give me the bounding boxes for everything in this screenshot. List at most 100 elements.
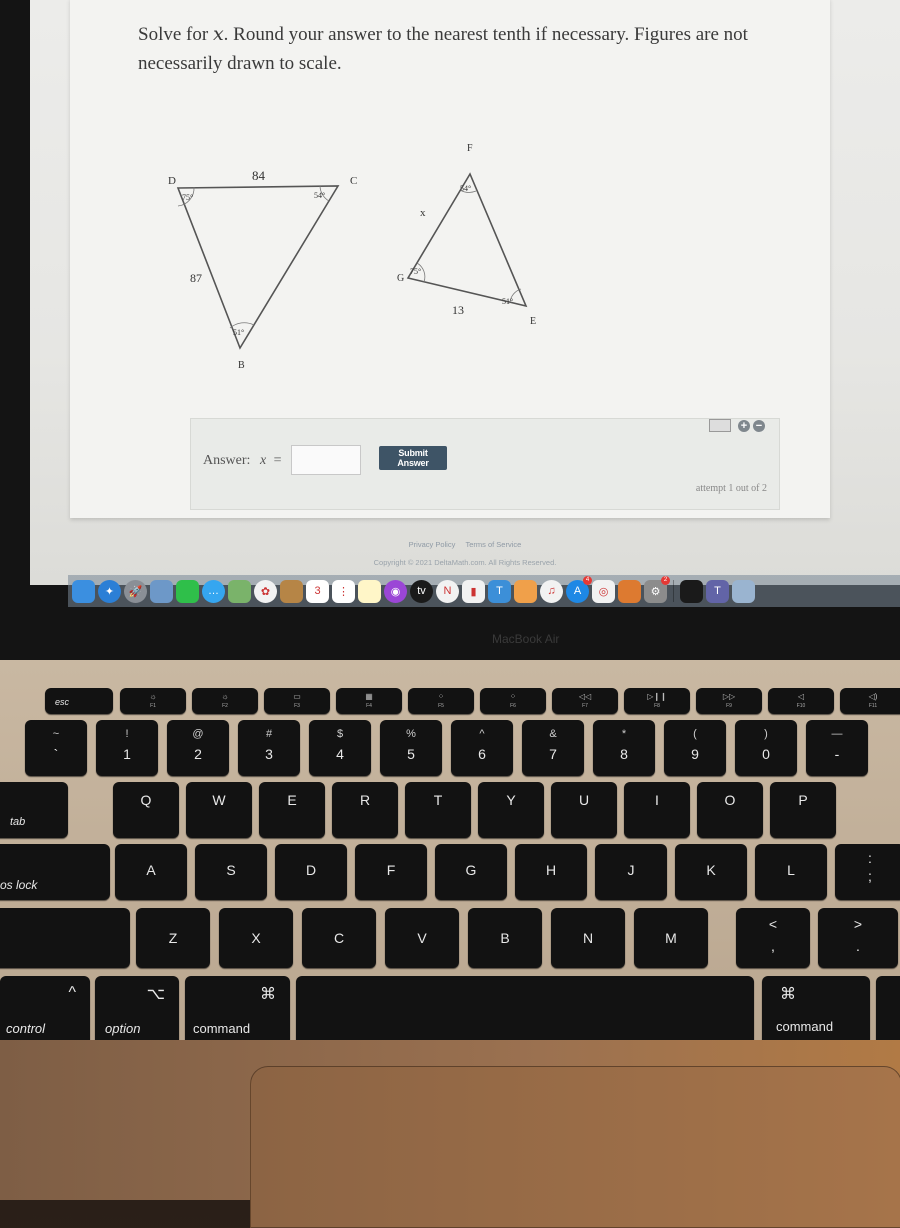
key-4[interactable]: $4 [309, 720, 371, 776]
key-b[interactable]: B [468, 908, 542, 968]
key-q[interactable]: Q [113, 782, 179, 838]
key-8[interactable]: * 8 [593, 720, 655, 776]
key-e[interactable]: E [259, 782, 325, 838]
dock-books-panel-icon[interactable] [618, 579, 641, 603]
key-f1[interactable]: ☼ F1 [120, 688, 186, 714]
dock-music-icon[interactable]: ♫ [540, 579, 563, 603]
key-label: ` [53, 746, 59, 762]
key-option-right[interactable] [876, 976, 900, 1048]
key-f[interactable]: F [355, 844, 427, 900]
key-z[interactable]: Z [136, 908, 210, 968]
key-s[interactable]: S [195, 844, 267, 900]
dock-webex-icon[interactable] [680, 579, 703, 603]
key-5[interactable]: % 5 [380, 720, 442, 776]
zoom-in-icon[interactable]: + [738, 419, 750, 432]
key-l[interactable]: L [755, 844, 827, 900]
key-d[interactable]: D [275, 844, 347, 900]
submit-answer-button[interactable]: Submit Answer [379, 446, 447, 470]
dock-podcasts-icon[interactable]: ◉ [384, 579, 407, 603]
key-x[interactable]: X [219, 908, 293, 968]
dock-photos-icon[interactable]: ✿ [254, 579, 277, 603]
key-n[interactable]: N [551, 908, 625, 968]
key-f5[interactable]: ⁘ F5 [408, 688, 474, 714]
dock-safari-icon[interactable]: ✦ [98, 579, 121, 603]
key-r[interactable]: R [332, 782, 398, 838]
dock-reminders-icon[interactable]: ⋮ [332, 579, 355, 603]
key-o[interactable]: O [697, 782, 763, 838]
keyboard-icon[interactable] [709, 419, 731, 432]
key-3[interactable]: #3 [238, 720, 300, 776]
dock-preview-icon[interactable] [150, 579, 173, 603]
key-f8[interactable]: ▷❙❙ F8 [624, 688, 690, 714]
key-`[interactable]: ~ ` [25, 720, 87, 776]
key-f4[interactable]: ▦ F4 [336, 688, 402, 714]
key-2[interactable]: @2 [167, 720, 229, 776]
key-control[interactable]: control ^ [0, 976, 90, 1048]
key-7[interactable]: & 7 [522, 720, 584, 776]
dock-photo-app-icon[interactable] [732, 579, 755, 603]
key-h[interactable]: H [515, 844, 587, 900]
key-f6[interactable]: ⁘ F6 [480, 688, 546, 714]
key-esc[interactable]: esc [45, 688, 113, 714]
dock-app-store-icon[interactable]: A4 [566, 575, 592, 603]
key-k[interactable]: K [675, 844, 747, 900]
key-m[interactable]: M [634, 908, 708, 968]
key-0[interactable]: ) 0 [735, 720, 797, 776]
key-j[interactable]: J [595, 844, 667, 900]
key-a[interactable]: A [115, 844, 187, 900]
dock-messages-icon[interactable]: … [202, 579, 225, 603]
key-6[interactable]: ^ 6 [451, 720, 513, 776]
key-u[interactable]: U [551, 782, 617, 838]
key-tab[interactable]: tab [0, 782, 68, 838]
dock-launchpad-icon[interactable]: 🚀 [124, 579, 147, 603]
key-g[interactable]: G [435, 844, 507, 900]
dock-calendar-icon[interactable]: 3 [306, 579, 329, 603]
key-p[interactable]: P [770, 782, 836, 838]
dock-notes-icon[interactable] [358, 579, 381, 603]
key-v[interactable]: V [385, 908, 459, 968]
dock-chrome-icon[interactable]: ◎ [592, 579, 615, 603]
key-f9[interactable]: ▷▷ F9 [696, 688, 762, 714]
key-y[interactable]: Y [478, 782, 544, 838]
dock-news-icon[interactable]: N [436, 579, 459, 603]
key-9[interactable]: (9 [664, 720, 726, 776]
dock-apple-tv-icon[interactable]: tv [410, 579, 433, 603]
key-f11[interactable]: ◁) F11 [840, 688, 900, 714]
dock-finder-icon[interactable] [72, 579, 95, 603]
answer-input[interactable] [291, 445, 361, 475]
key-period[interactable]: >. [818, 908, 898, 968]
key-f10[interactable]: ◁ F10 [768, 688, 834, 714]
key-option[interactable]: option ⌥ [95, 976, 179, 1048]
terms-of-service-link[interactable]: Terms of Service [465, 540, 521, 549]
dock-teams-icon[interactable]: T [706, 579, 729, 603]
key-shift-left[interactable] [0, 908, 130, 968]
dock-maps-icon[interactable] [228, 579, 251, 603]
privacy-policy-link[interactable]: Privacy Policy [409, 540, 456, 549]
key-caps-lock[interactable]: os lock [0, 844, 110, 900]
key-1[interactable]: ! 1 [96, 720, 158, 776]
key-label: os lock [0, 878, 38, 892]
key-f3[interactable]: ▭ F3 [264, 688, 330, 714]
key-semicolon[interactable]: :; [835, 844, 900, 900]
dock-facetime-icon[interactable] [176, 579, 199, 603]
key-label: F7 [582, 703, 588, 709]
key-f2[interactable]: ☼ F2 [192, 688, 258, 714]
zoom-out-icon[interactable]: − [753, 419, 765, 432]
key-t[interactable]: T [405, 782, 471, 838]
key--[interactable]: — - [806, 720, 868, 776]
key-label: command [776, 1019, 834, 1034]
key-f7[interactable]: ◁◁ F7 [552, 688, 618, 714]
dock-system-preferences-icon[interactable]: ⚙ 2 [644, 575, 670, 603]
key-w[interactable]: W [186, 782, 252, 838]
key-command-right[interactable]: command ⌘ [762, 976, 870, 1048]
key-i[interactable]: I [624, 782, 690, 838]
dock-contacts-icon[interactable] [280, 579, 303, 603]
key-space[interactable] [296, 976, 754, 1048]
key-comma[interactable]: <, [736, 908, 810, 968]
key-command-left[interactable]: command ⌘ [185, 976, 290, 1048]
trackpad[interactable] [250, 1066, 900, 1228]
key-c[interactable]: C [302, 908, 376, 968]
dock-keynote-icon[interactable]: T [488, 579, 511, 603]
dock-numbers-icon[interactable]: ▮ [462, 579, 485, 603]
dock-pages-icon[interactable] [514, 579, 537, 603]
